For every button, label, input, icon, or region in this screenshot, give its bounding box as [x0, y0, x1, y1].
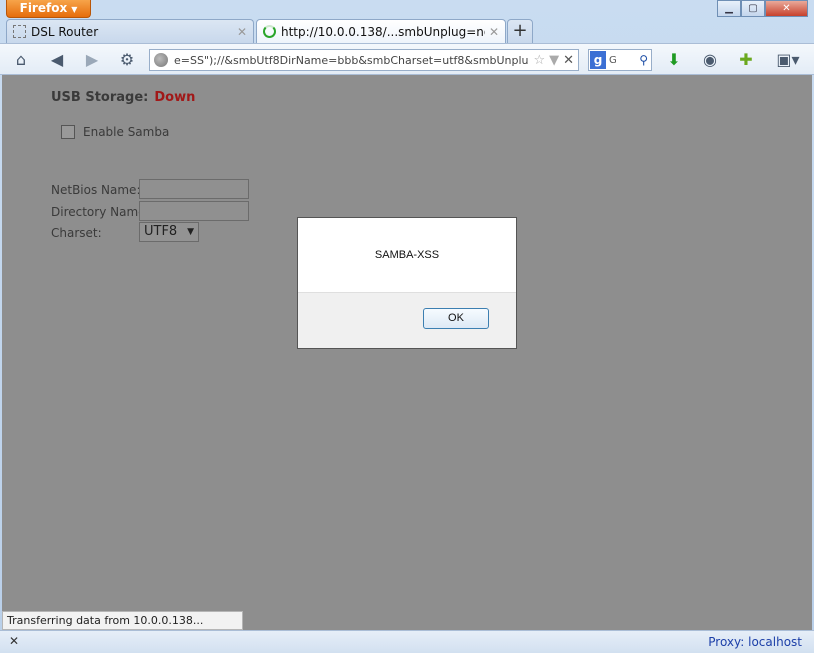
- tab-close-icon[interactable]: ✕: [489, 25, 499, 39]
- ok-button[interactable]: OK: [423, 308, 489, 329]
- enable-samba-label: Enable Samba: [83, 125, 170, 139]
- page-icon: [13, 25, 26, 38]
- proxy-status[interactable]: Proxy: localhost: [708, 635, 802, 649]
- stop-icon[interactable]: ✕: [563, 53, 574, 68]
- close-window-button[interactable]: ✕: [765, 0, 808, 17]
- navigation-toolbar: ⌂ ◀ ▶ ⚙ e=SS");//&smbUtf8DirName=bbb&smb…: [0, 43, 814, 75]
- globe-icon: [154, 53, 168, 67]
- chevron-down-icon: ▼: [187, 227, 194, 237]
- loading-icon: [263, 25, 276, 38]
- enable-samba-row[interactable]: Enable Samba: [61, 125, 169, 139]
- charset-select[interactable]: UTF8 ▼: [139, 222, 199, 242]
- search-box[interactable]: g G ⚲: [588, 49, 652, 71]
- charset-value: UTF8: [144, 224, 178, 239]
- forward-icon[interactable]: ▶: [82, 50, 102, 70]
- tab-close-icon[interactable]: ✕: [237, 25, 247, 39]
- status-bar: Transferring data from 10.0.0.138...: [2, 611, 243, 630]
- directory-input[interactable]: [139, 201, 249, 221]
- address-bar[interactable]: e=SS");//&smbUtf8DirName=bbb&smbCharset=…: [149, 49, 579, 71]
- back-icon[interactable]: ◀: [47, 50, 67, 70]
- tab-label: DSL Router: [31, 24, 99, 39]
- bookmark-star-icon[interactable]: ☆: [533, 53, 545, 68]
- maximize-button[interactable]: ▢: [741, 0, 765, 17]
- dropdown-arrow-icon: ▼: [71, 5, 78, 14]
- google-icon[interactable]: g: [590, 51, 606, 69]
- directory-label: Directory Name:: [51, 205, 150, 219]
- window-controls: ▁ ▢ ✕: [717, 0, 808, 18]
- bookmarks-menu-icon[interactable]: ▣▾: [774, 50, 802, 70]
- search-icon[interactable]: ⚲: [639, 53, 648, 67]
- url-text[interactable]: e=SS");//&smbUtf8DirName=bbb&smbCharset=…: [174, 54, 529, 67]
- tab-active[interactable]: http://10.0.0.138/...smbUnplug=nolug=no …: [256, 19, 506, 43]
- enable-samba-checkbox[interactable]: [61, 125, 75, 139]
- new-tab-button[interactable]: +: [507, 19, 533, 43]
- home-icon[interactable]: ⌂: [11, 50, 31, 70]
- addon-bar: ✕ Proxy: localhost: [0, 630, 814, 653]
- download-icon[interactable]: ⬇: [664, 50, 684, 70]
- browser-window: Firefox ▼ ▁ ▢ ✕ DSL Router ✕ http://10.0.…: [0, 0, 814, 653]
- dialog-footer: OK: [298, 292, 516, 348]
- palette-icon[interactable]: ◉: [700, 50, 720, 70]
- firefox-menu-button[interactable]: Firefox ▼: [6, 0, 91, 18]
- tab-label: http://10.0.0.138/...smbUnplug=nolug=no: [281, 24, 485, 39]
- history-dropdown-icon[interactable]: ▼: [549, 53, 559, 68]
- netbios-input[interactable]: [139, 179, 249, 199]
- netbios-label: NetBios Name:: [51, 183, 141, 197]
- minimize-button[interactable]: ▁: [717, 0, 741, 17]
- usb-storage-label: USB Storage:: [51, 90, 149, 105]
- alert-dialog: SAMBA-XSS OK: [297, 217, 517, 349]
- page-content: USB Storage: Down Enable Samba NetBios Na…: [2, 75, 812, 630]
- close-addon-bar-icon[interactable]: ✕: [9, 634, 19, 648]
- charset-label: Charset:: [51, 226, 102, 240]
- firefox-menu-label: Firefox: [19, 1, 68, 15]
- search-input[interactable]: G: [606, 55, 639, 66]
- tab-dsl-router[interactable]: DSL Router ✕: [6, 19, 254, 43]
- usb-status: Down: [154, 90, 196, 105]
- usb-storage-row: USB Storage: Down: [51, 90, 195, 105]
- puzzle-icon[interactable]: ✚: [736, 50, 756, 70]
- alert-message: SAMBA-XSS: [374, 249, 440, 261]
- addon-icon[interactable]: ⚙: [117, 50, 137, 70]
